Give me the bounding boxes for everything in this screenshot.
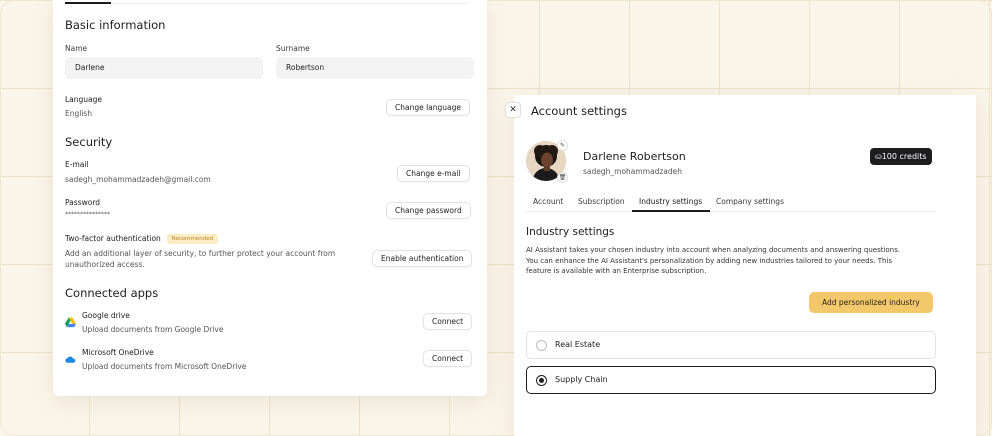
email-value: sadegh_mohammadzadeh@gmail.com [65,175,211,184]
credits-label: 100 credits [881,152,927,161]
onedrive-icon [65,350,76,363]
desc-line: You can enhance the AI Assistant's perso… [526,256,893,265]
profile-name: Darlene Robertson [583,150,686,163]
change-language-button[interactable]: Change language [386,99,471,116]
desc-line: feature is available with an Enterprise … [526,267,707,275]
password-value: *************** [65,211,110,218]
app-desc: Upload documents from Microsoft OneDrive [82,362,247,371]
password-label: Password [65,198,101,207]
edit-avatar-icon[interactable]: ✎ [557,140,568,151]
change-password-button[interactable]: Change password [386,202,471,219]
app-desc: Upload documents from Google Drive [82,325,224,334]
tab-subscription[interactable]: Subscription [578,197,625,206]
basic-info-heading: Basic information [65,18,166,32]
tab-account[interactable]: Account [533,197,563,206]
option-label: Real Estate [555,340,601,349]
active-tab-indicator [65,2,111,4]
twofa-label-row: Two-factor authentication Recommended [65,234,219,244]
connected-apps-heading: Connected apps [65,286,159,300]
option-label: Supply Chain [555,375,608,384]
modal-title: Account settings [531,104,627,118]
add-personalized-industry-button[interactable]: Add personalized industry [809,292,933,313]
industry-option-supply-chain[interactable]: Supply Chain [526,366,936,394]
change-email-button[interactable]: Change e-mail [397,165,470,182]
tab-strip [65,0,468,4]
connect-onedrive-button[interactable]: Connect [423,350,473,367]
modal-tabs: Account Subscription Industry settings C… [526,194,935,212]
name-label: Name [65,44,88,53]
radio-button[interactable] [536,340,547,351]
connect-google-drive-button[interactable]: Connect [423,313,473,330]
industry-option-real-estate[interactable]: Real Estate [526,331,936,359]
twofa-label: Two-factor authentication [65,234,161,243]
recommended-badge: Recommended [166,234,219,244]
coins-icon: ⛀ [875,152,882,161]
industry-settings-heading: Industry settings [526,226,615,238]
security-heading: Security [65,135,113,149]
active-tab-indicator [632,210,710,212]
credits-badge: ⛀100 credits [870,148,932,165]
profile-username: sadegh_mohammadzadeh [583,167,683,176]
surname-field[interactable]: Robertson [276,57,474,79]
email-label: E-mail [65,160,89,169]
tab-industry-settings[interactable]: Industry settings [639,197,702,206]
app-name: Google drive [82,311,130,320]
delete-avatar-icon[interactable]: 🗑 [557,172,568,183]
name-field[interactable]: Darlene [65,57,263,79]
app-name: Microsoft OneDrive [82,348,154,357]
desc-line: AI Assistant takes your chosen industry … [526,246,900,254]
radio-button-selected[interactable] [536,375,547,386]
surname-label: Surname [276,44,310,53]
close-icon[interactable]: ✕ [505,102,521,118]
profile-settings-panel: Basic information Name Darlene Surname R… [53,0,487,396]
tab-company-settings[interactable]: Company settings [716,197,784,206]
industry-description: AI Assistant takes your chosen industry … [526,245,938,277]
twofa-desc-line1: Add an additional layer of security, to … [65,249,336,258]
language-label: Language [65,95,103,104]
enable-authentication-button[interactable]: Enable authentication [372,250,473,267]
google-drive-icon [65,313,76,328]
twofa-desc-line2: unauthorized access. [65,260,145,269]
language-value: English [65,109,93,118]
